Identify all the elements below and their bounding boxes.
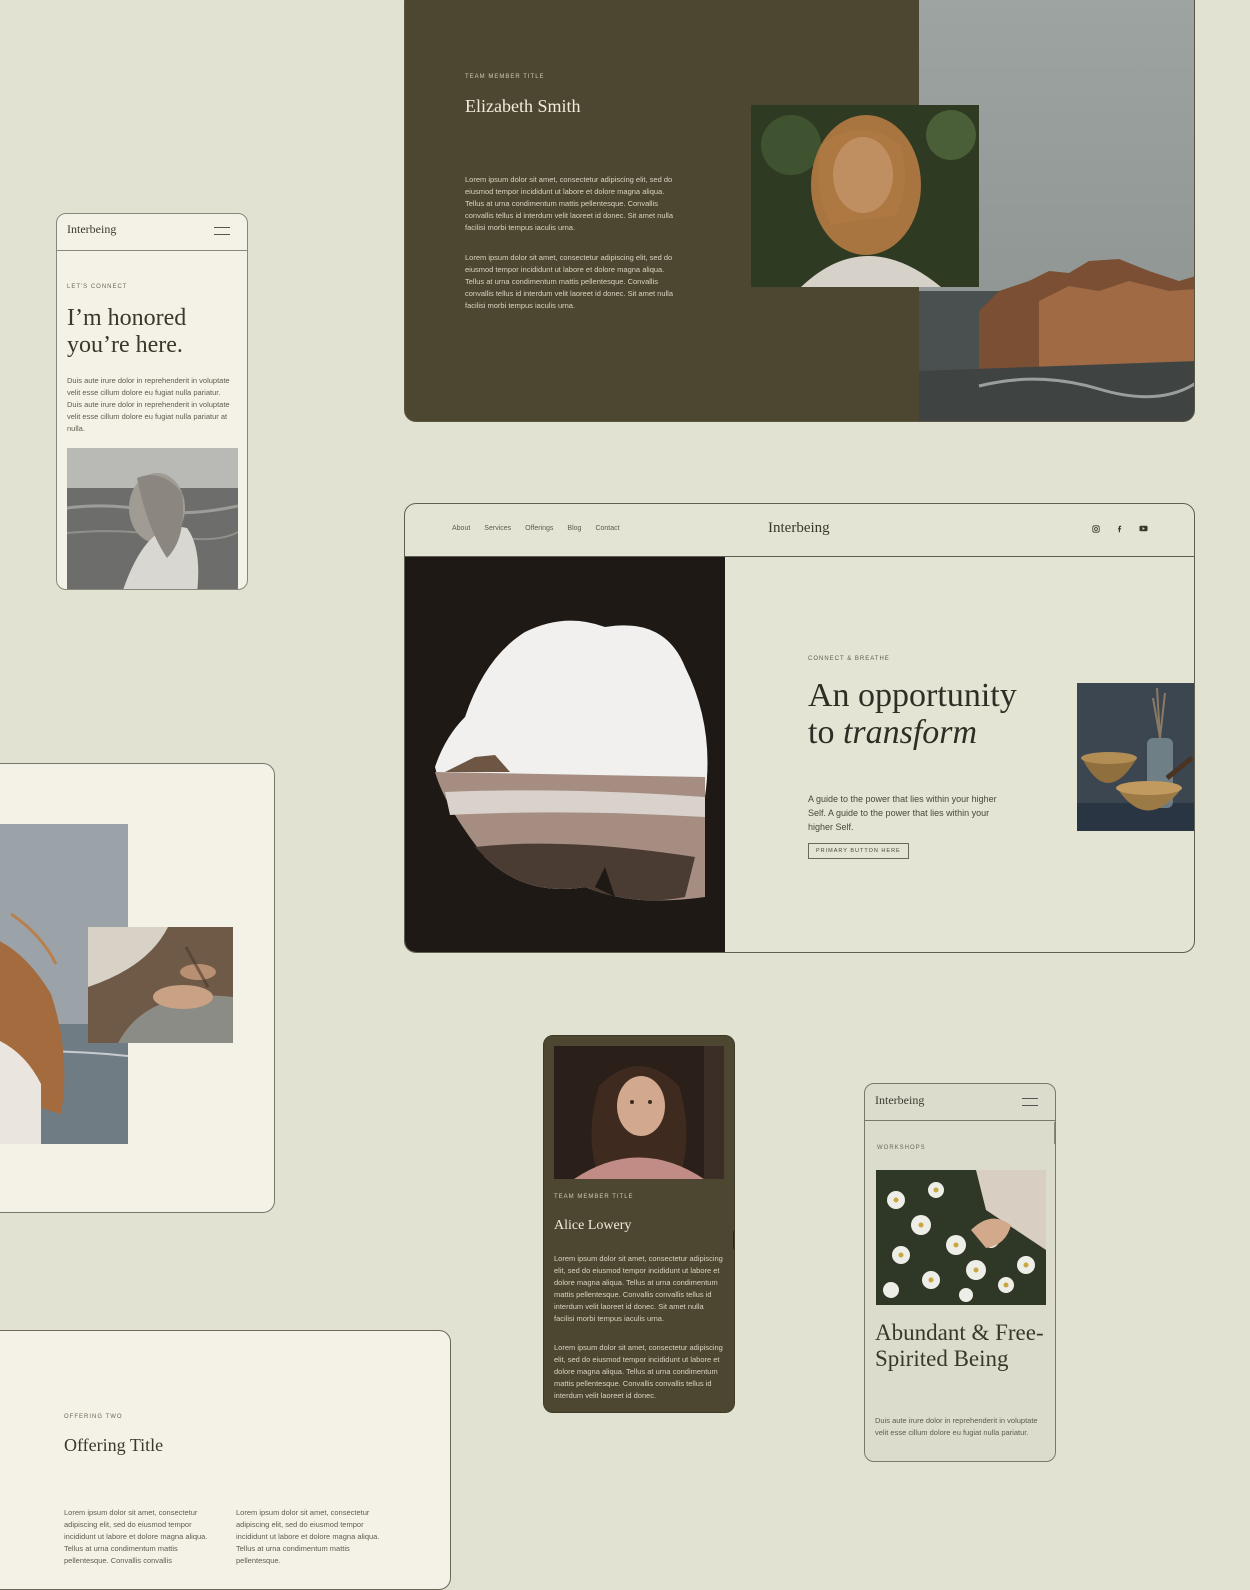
team-member-title: TEAM MEMBER TITLE bbox=[554, 1194, 634, 1200]
site-logo[interactable]: Interbeing bbox=[768, 520, 830, 537]
hero-heading-line-2: to transform bbox=[808, 714, 1017, 751]
offering-title: Offering Title bbox=[64, 1435, 164, 1455]
bio-paragraph: Lorem ipsum dolor sit amet, consectetur … bbox=[554, 1254, 723, 1323]
hero-lead-paragraph: A guide to the power that lies within yo… bbox=[808, 794, 997, 832]
team-member-name: Alice Lowery bbox=[554, 1218, 632, 1233]
nav-link-blog[interactable]: Blog bbox=[567, 525, 581, 532]
hero-heading: An opportunity to transform bbox=[808, 677, 1017, 751]
hamburger-menu-icon[interactable] bbox=[214, 227, 230, 235]
bio-paragraph: Lorem ipsum dolor sit amet, consectetur … bbox=[554, 1343, 723, 1400]
nav-links: About Services Offerings Blog Contact bbox=[452, 525, 620, 532]
youtube-icon[interactable] bbox=[1139, 524, 1148, 533]
mobile-workshops-card: Interbeing WORKSHOPS Abundant & Free-Spi… bbox=[864, 1083, 1056, 1462]
top-navigation: About Services Offerings Blog Contact In… bbox=[405, 504, 1194, 557]
section-heading: I’m honored you’re here. bbox=[67, 305, 187, 358]
hero-heading-line-1: An opportunity bbox=[808, 677, 1017, 714]
nav-link-contact[interactable]: Contact bbox=[595, 525, 619, 532]
woman-ocean-bw-photo bbox=[67, 448, 238, 589]
bio-paragraph: Lorem ipsum dolor sit amet, consectetur … bbox=[465, 253, 674, 310]
section-eyebrow: LET'S CONNECT bbox=[67, 284, 128, 290]
offering-paragraph: Lorem ipsum dolor sit amet, consectetur … bbox=[236, 1508, 380, 1565]
facebook-icon[interactable] bbox=[1115, 524, 1124, 533]
nav-link-services[interactable]: Services bbox=[484, 525, 511, 532]
scrollbar[interactable] bbox=[1054, 1122, 1055, 1144]
bio-paragraph: Lorem ipsum dolor sit amet, consectetur … bbox=[465, 175, 674, 232]
social-links bbox=[1091, 524, 1148, 533]
team-member-card-elizabeth: TEAM MEMBER TITLE Elizabeth Smith Lorem … bbox=[404, 0, 1195, 422]
mobile-header: Interbeing bbox=[57, 214, 247, 251]
hands-jewelry-photo bbox=[88, 927, 233, 1043]
singing-bowls-photo bbox=[1077, 683, 1194, 831]
offering-paragraph: Lorem ipsum dolor sit amet, consectetur … bbox=[64, 1508, 208, 1565]
desktop-homepage-card: About Services Offerings Blog Contact In… bbox=[404, 503, 1195, 953]
section-heading: Abundant & Free-Spirited Being bbox=[875, 1320, 1044, 1371]
mobile-connect-card: Interbeing LET'S CONNECT I’m honored you… bbox=[56, 213, 248, 590]
mobile-header: Interbeing bbox=[865, 1084, 1055, 1121]
team-member-name: Elizabeth Smith bbox=[465, 96, 581, 116]
nav-link-offerings[interactable]: Offerings bbox=[525, 525, 553, 532]
offering-card: OFFERING TWO Offering Title Lorem ipsum … bbox=[0, 1330, 451, 1590]
primary-button[interactable]: PRIMARY BUTTON HERE bbox=[808, 843, 909, 859]
cave-beach-photo bbox=[405, 557, 725, 952]
team-member-title: TEAM MEMBER TITLE bbox=[465, 74, 545, 80]
section-eyebrow: WORKSHOPS bbox=[877, 1145, 926, 1151]
hero-heading-italic: transform bbox=[842, 714, 978, 751]
woman-portrait-photo bbox=[554, 1046, 724, 1179]
gallery-card bbox=[0, 763, 275, 1213]
nav-link-about[interactable]: About bbox=[452, 525, 470, 532]
section-paragraph: Duis aute irure dolor in reprehenderit i… bbox=[67, 376, 230, 433]
scrollbar[interactable] bbox=[733, 1231, 734, 1249]
site-logo[interactable]: Interbeing bbox=[67, 222, 116, 237]
hero-heading-plain: to bbox=[808, 714, 843, 751]
hero-eyebrow: CONNECT & BREATHE bbox=[808, 656, 890, 662]
site-logo[interactable]: Interbeing bbox=[875, 1093, 924, 1108]
daisies-hand-photo bbox=[876, 1170, 1046, 1305]
woman-portrait-photo bbox=[751, 105, 979, 287]
section-paragraph: Duis aute irure dolor in reprehenderit i… bbox=[875, 1416, 1038, 1437]
instagram-icon[interactable] bbox=[1091, 524, 1100, 533]
hamburger-menu-icon[interactable] bbox=[1022, 1098, 1038, 1106]
offering-eyebrow: OFFERING TWO bbox=[64, 1414, 123, 1420]
team-member-card-alice: TEAM MEMBER TITLE Alice Lowery Lorem ips… bbox=[543, 1035, 735, 1413]
